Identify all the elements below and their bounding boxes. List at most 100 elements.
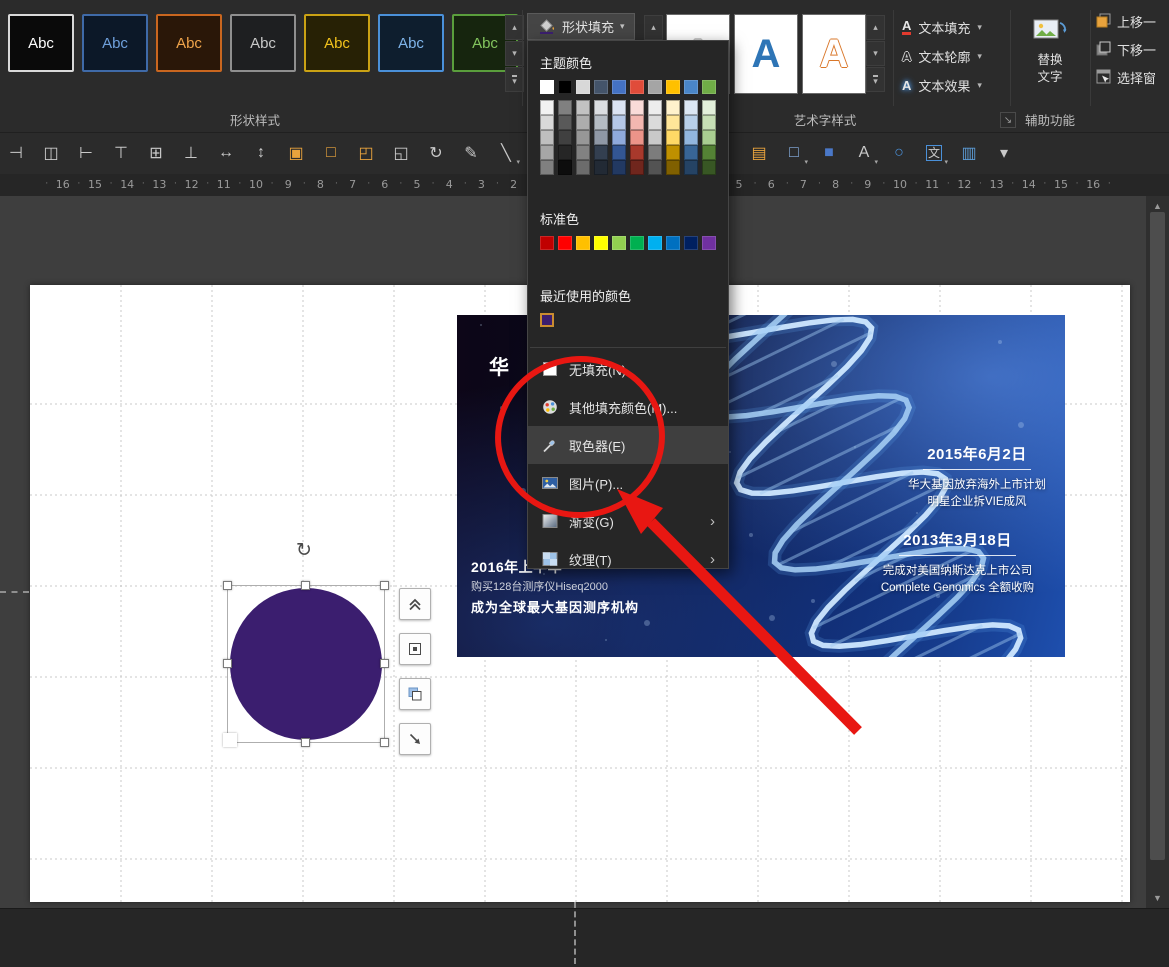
variant-color-swatch[interactable] [612, 145, 626, 160]
variant-color-swatch[interactable] [558, 145, 572, 160]
resize-handle-w[interactable] [223, 659, 232, 668]
variant-color-swatch[interactable] [648, 100, 662, 115]
variant-color-swatch[interactable] [576, 130, 590, 145]
standard-color-swatch[interactable] [630, 236, 644, 250]
align-middle-button[interactable]: ⊞ [142, 139, 170, 167]
layers-button[interactable] [399, 678, 431, 710]
variant-color-swatch[interactable] [684, 100, 698, 115]
variant-color-swatch[interactable] [540, 115, 554, 130]
standard-color-swatch[interactable] [576, 236, 590, 250]
shape-style-tile-1[interactable]: Abc [82, 14, 148, 72]
insert-image-button[interactable]: ▥ [955, 139, 983, 167]
variant-color-swatch[interactable] [702, 145, 716, 160]
wordart-tile-2[interactable]: A [802, 14, 866, 94]
variant-color-swatch[interactable] [684, 115, 698, 130]
theme-color-swatch[interactable] [648, 80, 662, 94]
wordart-scroll-up-button[interactable]: ▴ [866, 15, 885, 40]
arrange-button-send-backward[interactable]: 下移一 [1096, 40, 1169, 59]
variant-color-swatch[interactable] [612, 130, 626, 145]
standard-color-swatch[interactable] [594, 236, 608, 250]
variant-color-swatch[interactable] [702, 100, 716, 115]
variant-color-swatch[interactable] [666, 130, 680, 145]
shape-fill-button[interactable]: 形状填充 ▾ [527, 13, 635, 40]
recent-color-swatch[interactable] [540, 313, 554, 327]
resize-handle-se[interactable] [380, 738, 389, 747]
shape-style-tile-0[interactable]: Abc [8, 14, 74, 72]
theme-color-swatch[interactable] [540, 80, 554, 94]
bring-forward-button[interactable]: ▣ [282, 139, 310, 167]
arrange-button-bring-forward[interactable]: 上移一 [1096, 12, 1169, 31]
variant-color-swatch[interactable] [612, 115, 626, 130]
selected-shape[interactable]: ↻ [223, 540, 389, 747]
standard-color-swatch[interactable] [666, 236, 680, 250]
variant-color-swatch[interactable] [576, 160, 590, 175]
distribute-horizontal-button[interactable]: ↔ [212, 139, 240, 167]
variant-color-swatch[interactable] [576, 115, 590, 130]
align-left-button[interactable]: ⊣ [2, 139, 30, 167]
wordart-tile-1[interactable]: A [734, 14, 798, 94]
theme-color-swatch[interactable] [594, 80, 608, 94]
shape-outline-button[interactable]: □ ▾ [780, 139, 808, 167]
variant-color-swatch[interactable] [648, 130, 662, 145]
scrollbar-thumb[interactable] [1150, 212, 1165, 860]
text-button-2[interactable]: A 文本效果 ▾ [898, 72, 986, 98]
resize-handle-e[interactable] [380, 659, 389, 668]
standard-color-swatch[interactable] [612, 236, 626, 250]
wordart-more-button[interactable]: ▾ [866, 67, 885, 92]
theme-color-swatch[interactable] [702, 80, 716, 94]
menu-item-gradient[interactable]: 渐变(G) › [528, 502, 728, 540]
anchor-center-button[interactable] [399, 633, 431, 665]
variant-color-swatch[interactable] [558, 130, 572, 145]
align-right-button[interactable]: ⊢ [72, 139, 100, 167]
distribute-vertical-button[interactable]: ↕ [247, 139, 275, 167]
variant-color-swatch[interactable] [666, 160, 680, 175]
menu-item-more-colors[interactable]: 其他填充颜色(M)... [528, 388, 728, 426]
theme-color-swatch[interactable] [630, 80, 644, 94]
resize-handle-sw[interactable] [223, 733, 237, 747]
menu-item-texture[interactable]: 纹理(T) › [528, 540, 728, 578]
scroll-up-button[interactable]: ▴ [644, 15, 663, 40]
arrange-button-selection-pane[interactable]: 选择窗 [1096, 68, 1169, 87]
variant-color-swatch[interactable] [594, 160, 608, 175]
resize-handle-n[interactable] [301, 581, 310, 590]
standard-color-swatch[interactable] [702, 236, 716, 250]
ungroup-button[interactable]: ◱ [387, 139, 415, 167]
shape-style-tile-4[interactable]: Abc [304, 14, 370, 72]
theme-color-swatch[interactable] [684, 80, 698, 94]
variant-color-swatch[interactable] [702, 115, 716, 130]
standard-color-swatch[interactable] [540, 236, 554, 250]
diagonal-resize-button[interactable] [399, 723, 431, 755]
variant-color-swatch[interactable] [558, 160, 572, 175]
variant-color-swatch[interactable] [594, 100, 608, 115]
variant-color-swatch[interactable] [702, 130, 716, 145]
collapse-chevrons-button[interactable] [399, 588, 431, 620]
cjk-text-button[interactable]: 文 ▾ [920, 139, 948, 167]
theme-color-swatch[interactable] [612, 80, 626, 94]
align-top-button[interactable]: ⊤ [107, 139, 135, 167]
text-button-1[interactable]: A 文本轮廓 ▾ [898, 43, 986, 69]
align-center-button[interactable]: ◫ [37, 139, 65, 167]
toolbar-overflow-button[interactable]: ▾ [990, 139, 1018, 167]
shape-style-tile-5[interactable]: Abc [378, 14, 444, 72]
variant-color-swatch[interactable] [666, 100, 680, 115]
ring-shape-button[interactable]: ○ [885, 139, 913, 167]
resize-handle-s[interactable] [301, 738, 310, 747]
variant-color-swatch[interactable] [630, 130, 644, 145]
theme-color-swatch[interactable] [666, 80, 680, 94]
variant-color-swatch[interactable] [666, 145, 680, 160]
standard-color-swatch[interactable] [558, 236, 572, 250]
variant-color-swatch[interactable] [558, 115, 572, 130]
rotate-handle-icon[interactable]: ↻ [296, 539, 312, 562]
send-backward-button[interactable]: □ [317, 139, 345, 167]
variant-color-swatch[interactable] [576, 100, 590, 115]
picture-placeholder-button[interactable]: ▤ [745, 139, 773, 167]
variant-color-swatch[interactable] [594, 130, 608, 145]
resize-handle-nw[interactable] [223, 581, 232, 590]
variant-color-swatch[interactable] [612, 100, 626, 115]
edit-shape-button[interactable]: ✎ [457, 139, 485, 167]
variant-color-swatch[interactable] [684, 145, 698, 160]
variant-color-swatch[interactable] [612, 160, 626, 175]
standard-color-swatch[interactable] [684, 236, 698, 250]
variant-color-swatch[interactable] [540, 160, 554, 175]
variant-color-swatch[interactable] [540, 145, 554, 160]
